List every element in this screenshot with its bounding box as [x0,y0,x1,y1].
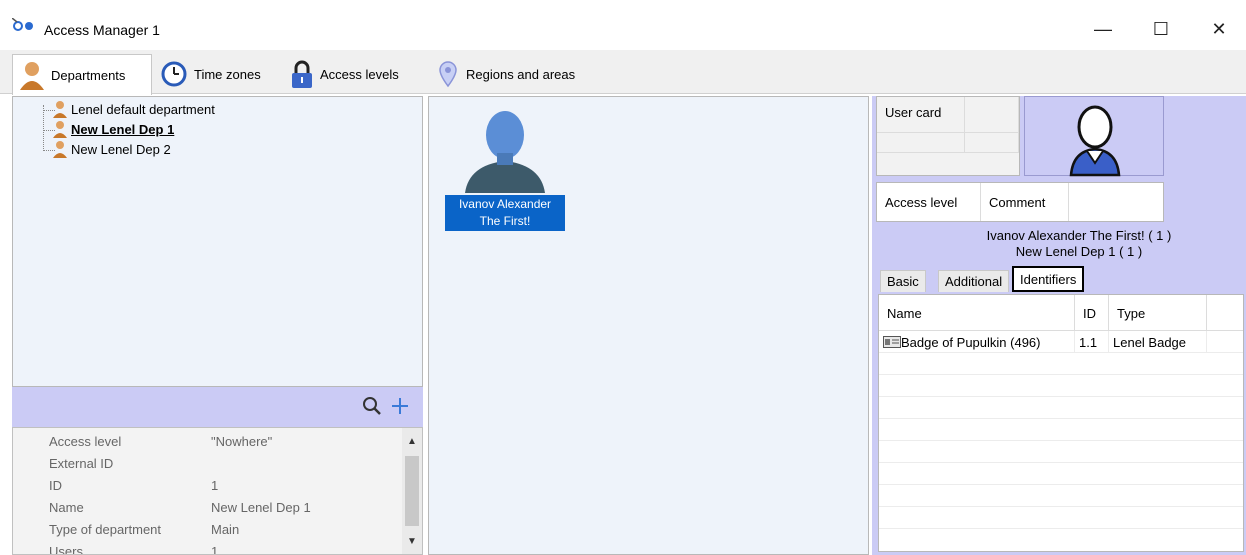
property-value[interactable]: "Nowhere" [211,434,272,449]
user-photo[interactable] [1024,96,1164,177]
user-card-label: User card [877,97,965,133]
table-row-empty [879,485,1243,507]
clock-icon [161,61,187,87]
department-tree: Lenel default department New Lenel Dep 1… [12,96,423,387]
property-value[interactable]: 1 [211,478,218,493]
table-row-empty [879,419,1243,441]
user-silhouette-icon [1069,105,1121,177]
identifiers-table: Name ID Type Badge of Pupulkin (496) 1.1… [878,294,1244,552]
user-details-panel: User card Access level Comment Ivanov Al… [872,96,1246,555]
property-label: Access level [49,434,122,449]
user-caption-selected[interactable]: Ivanov Alexander The First! [445,195,565,231]
add-icon [392,398,408,414]
tree-connector [43,105,44,151]
identifier-id: 1.1 [1075,331,1109,353]
column-header-name[interactable]: Name [879,295,1075,331]
person-icon [20,62,44,90]
add-button[interactable] [387,393,413,419]
lock-icon [292,60,312,88]
tab-additional[interactable]: Additional [938,270,1010,292]
identifier-type: Lenel Badge [1109,331,1207,353]
user-card-panel: User card [876,96,1020,176]
user-card-cell [877,133,965,153]
user-card-cell [965,133,1019,153]
user-info: Ivanov Alexander The First! ( 1 ) New Le… [872,228,1246,260]
access-level-header[interactable]: Access level [877,183,981,221]
department-icon [53,141,67,158]
tab-time-zones[interactable]: Time zones [154,54,280,94]
close-button[interactable]: ✕ [1196,12,1242,46]
tree-item-label: New Lenel Dep 2 [71,141,171,157]
tab-identifiers[interactable]: Identifiers [1012,266,1085,292]
scroll-up-icon[interactable]: ▲ [402,432,422,450]
property-label: External ID [49,456,114,471]
tree-item-label: New Lenel Dep 1 [71,121,175,137]
minimize-button[interactable]: — [1080,12,1126,46]
comment-header[interactable]: Comment [981,183,1069,221]
tree-item-selected[interactable]: New Lenel Dep 1 [53,120,174,138]
map-pin-icon [439,61,457,88]
property-label: Name [49,500,84,515]
property-label: ID [49,478,62,493]
user-info-line1: Ivanov Alexander The First! ( 1 ) [986,228,1172,243]
property-label: Users [49,544,83,555]
property-value[interactable]: 1 [211,544,218,554]
tab-access-levels[interactable]: Access levels [284,54,426,94]
maximize-button[interactable]: ☐ [1138,12,1184,46]
user-name-line2: The First! [479,214,531,228]
identifier-name-cell: Badge of Pupulkin (496) [879,331,1075,353]
user-card-cell [965,97,1019,133]
department-toolbar [12,387,423,427]
tree-item[interactable]: New Lenel Dep 2 [53,140,171,158]
user-avatar-icon [465,111,545,193]
tab-label: Time zones [194,66,261,82]
table-row-empty [879,441,1243,463]
table-row-empty [879,375,1243,397]
tab-label: Departments [51,67,126,83]
table-row-empty [879,463,1243,485]
table-row[interactable]: Badge of Pupulkin (496) 1.1 Lenel Badge [879,331,1243,353]
tree-item-label: Lenel default department [71,101,215,117]
app-icon [12,18,33,31]
badge-icon [883,336,901,348]
main-tabs: Departments Time zones Access levels Reg… [0,50,1246,95]
user-tile[interactable] [445,103,565,198]
tab-basic[interactable]: Basic [880,270,926,292]
tab-departments[interactable]: Departments [12,54,152,95]
users-panel: Ivanov Alexander The First! [428,96,869,555]
properties-scrollbar[interactable]: ▲ ▼ [402,428,422,554]
search-button[interactable] [359,393,385,419]
property-label: Type of department [49,522,162,537]
detail-tabs: Basic Additional Identifiers [876,266,1246,292]
column-header-id[interactable]: ID [1075,295,1109,331]
property-value[interactable]: New Lenel Dep 1 [211,500,311,515]
column-header-type[interactable]: Type [1109,295,1207,331]
table-row-empty [879,353,1243,375]
department-properties: Access level "Nowhere" External ID ID 1 … [12,427,423,555]
scroll-down-icon[interactable]: ▼ [402,532,422,550]
tab-regions-and-areas[interactable]: Regions and areas [430,54,608,94]
table-header: Name ID Type [879,295,1243,331]
access-level-strip: Access level Comment [876,182,1164,222]
user-name-line1: Ivanov Alexander [458,197,552,211]
department-icon [53,101,67,118]
window-title: Access Manager 1 [44,22,160,38]
user-info-line2: New Lenel Dep 1 ( 1 ) [1015,244,1143,259]
title-bar: Access Manager 1 — ☐ ✕ [0,0,1246,50]
tab-label: Access levels [320,66,399,82]
table-row-empty [879,397,1243,419]
property-value[interactable]: Main [211,522,239,537]
table-row-empty [879,507,1243,529]
department-icon [53,121,67,138]
tab-label: Regions and areas [466,66,576,82]
scroll-thumb[interactable] [405,456,419,526]
search-icon [363,397,381,415]
identifier-name: Badge of Pupulkin (496) [901,334,1041,350]
tree-item[interactable]: Lenel default department [53,100,215,118]
